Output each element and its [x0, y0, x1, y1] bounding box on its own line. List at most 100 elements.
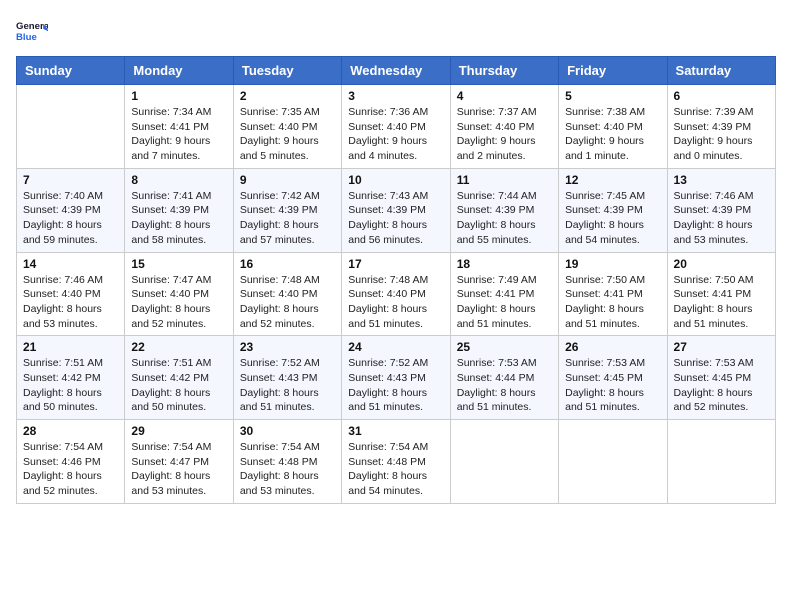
day-info: Sunrise: 7:53 AMSunset: 4:45 PMDaylight:… — [674, 356, 769, 415]
calendar-cell: 30 Sunrise: 7:54 AMSunset: 4:48 PMDayligh… — [233, 420, 341, 504]
day-info: Sunrise: 7:45 AMSunset: 4:39 PMDaylight:… — [565, 189, 660, 248]
day-info: Sunrise: 7:53 AMSunset: 4:44 PMDaylight:… — [457, 356, 552, 415]
day-number: 20 — [674, 257, 769, 271]
day-number: 14 — [23, 257, 118, 271]
day-info: Sunrise: 7:54 AMSunset: 4:48 PMDaylight:… — [348, 440, 443, 499]
logo: GeneralBlue — [16, 16, 48, 48]
day-info: Sunrise: 7:50 AMSunset: 4:41 PMDaylight:… — [674, 273, 769, 332]
calendar-cell: 8Sunrise: 7:41 AMSunset: 4:39 PMDaylight… — [125, 168, 233, 252]
day-info: Sunrise: 7:43 AMSunset: 4:39 PMDaylight:… — [348, 189, 443, 248]
day-number: 15 — [131, 257, 226, 271]
calendar-cell: 16 Sunrise: 7:48 AMSunset: 4:40 PMDayligh… — [233, 252, 341, 336]
calendar-cell: 20 Sunrise: 7:50 AMSunset: 4:41 PMDayligh… — [667, 252, 775, 336]
day-info: Sunrise: 7:48 AMSunset: 4:40 PMDaylight:… — [348, 273, 443, 332]
day-number: 1 — [131, 89, 226, 103]
day-info: Sunrise: 7:35 AMSunset: 4:40 PMDaylight:… — [240, 105, 335, 164]
day-number: 30 — [240, 424, 335, 438]
day-number: 22 — [131, 340, 226, 354]
week-row-5: 28 Sunrise: 7:54 AMSunset: 4:46 PMDayligh… — [17, 420, 776, 504]
day-number: 26 — [565, 340, 660, 354]
day-info: Sunrise: 7:49 AMSunset: 4:41 PMDaylight:… — [457, 273, 552, 332]
day-number: 7 — [23, 173, 118, 187]
week-row-3: 14 Sunrise: 7:46 AMSunset: 4:40 PMDayligh… — [17, 252, 776, 336]
calendar-cell — [450, 420, 558, 504]
week-row-1: 1 Sunrise: 7:34 AMSunset: 4:41 PMDaylight… — [17, 85, 776, 169]
day-info: Sunrise: 7:41 AMSunset: 4:39 PMDaylight:… — [131, 189, 226, 248]
day-number: 21 — [23, 340, 118, 354]
weekday-header-sunday: Sunday — [17, 57, 125, 85]
day-number: 29 — [131, 424, 226, 438]
day-number: 17 — [348, 257, 443, 271]
calendar-cell: 9 Sunrise: 7:42 AMSunset: 4:39 PMDaylight… — [233, 168, 341, 252]
day-info: Sunrise: 7:36 AMSunset: 4:40 PMDaylight:… — [348, 105, 443, 164]
day-info: Sunrise: 7:47 AMSunset: 4:40 PMDaylight:… — [131, 273, 226, 332]
header: GeneralBlue — [16, 16, 776, 48]
calendar-cell: 21 Sunrise: 7:51 AMSunset: 4:42 PMDayligh… — [17, 336, 125, 420]
day-info: Sunrise: 7:40 AMSunset: 4:39 PMDaylight:… — [23, 189, 118, 248]
calendar-cell — [17, 85, 125, 169]
calendar-cell: 25 Sunrise: 7:53 AMSunset: 4:44 PMDayligh… — [450, 336, 558, 420]
day-number: 25 — [457, 340, 552, 354]
day-number: 24 — [348, 340, 443, 354]
day-info: Sunrise: 7:52 AMSunset: 4:43 PMDaylight:… — [240, 356, 335, 415]
day-number: 28 — [23, 424, 118, 438]
day-number: 19 — [565, 257, 660, 271]
weekday-header-friday: Friday — [559, 57, 667, 85]
calendar-cell: 6Sunrise: 7:39 AMSunset: 4:39 PMDaylight… — [667, 85, 775, 169]
calendar-cell: 28 Sunrise: 7:54 AMSunset: 4:46 PMDayligh… — [17, 420, 125, 504]
day-info: Sunrise: 7:38 AMSunset: 4:40 PMDaylight:… — [565, 105, 660, 164]
calendar-cell: 23 Sunrise: 7:52 AMSunset: 4:43 PMDayligh… — [233, 336, 341, 420]
calendar-cell: 19 Sunrise: 7:50 AMSunset: 4:41 PMDayligh… — [559, 252, 667, 336]
day-info: Sunrise: 7:46 AMSunset: 4:39 PMDaylight:… — [674, 189, 769, 248]
calendar-cell: 17 Sunrise: 7:48 AMSunset: 4:40 PMDayligh… — [342, 252, 450, 336]
calendar-cell: 29 Sunrise: 7:54 AMSunset: 4:47 PMDayligh… — [125, 420, 233, 504]
calendar-cell: 18 Sunrise: 7:49 AMSunset: 4:41 PMDayligh… — [450, 252, 558, 336]
svg-text:Blue: Blue — [16, 32, 37, 43]
day-info: Sunrise: 7:48 AMSunset: 4:40 PMDaylight:… — [240, 273, 335, 332]
calendar-cell: 27Sunrise: 7:53 AMSunset: 4:45 PMDayligh… — [667, 336, 775, 420]
day-number: 10 — [348, 173, 443, 187]
day-number: 18 — [457, 257, 552, 271]
day-info: Sunrise: 7:50 AMSunset: 4:41 PMDaylight:… — [565, 273, 660, 332]
calendar-cell: 5 Sunrise: 7:38 AMSunset: 4:40 PMDaylight… — [559, 85, 667, 169]
day-number: 16 — [240, 257, 335, 271]
weekday-header-tuesday: Tuesday — [233, 57, 341, 85]
day-info: Sunrise: 7:54 AMSunset: 4:48 PMDaylight:… — [240, 440, 335, 499]
calendar-cell: 14 Sunrise: 7:46 AMSunset: 4:40 PMDayligh… — [17, 252, 125, 336]
day-info: Sunrise: 7:54 AMSunset: 4:47 PMDaylight:… — [131, 440, 226, 499]
day-info: Sunrise: 7:37 AMSunset: 4:40 PMDaylight:… — [457, 105, 552, 164]
day-number: 3 — [348, 89, 443, 103]
calendar-cell: 22 Sunrise: 7:51 AMSunset: 4:42 PMDayligh… — [125, 336, 233, 420]
calendar-cell: 31 Sunrise: 7:54 AMSunset: 4:48 PMDayligh… — [342, 420, 450, 504]
day-number: 11 — [457, 173, 552, 187]
calendar-cell — [667, 420, 775, 504]
calendar-cell: 10 Sunrise: 7:43 AMSunset: 4:39 PMDayligh… — [342, 168, 450, 252]
week-row-2: 7 Sunrise: 7:40 AMSunset: 4:39 PMDaylight… — [17, 168, 776, 252]
week-row-4: 21 Sunrise: 7:51 AMSunset: 4:42 PMDayligh… — [17, 336, 776, 420]
day-info: Sunrise: 7:46 AMSunset: 4:40 PMDaylight:… — [23, 273, 118, 332]
calendar-cell: 1 Sunrise: 7:34 AMSunset: 4:41 PMDaylight… — [125, 85, 233, 169]
day-info: Sunrise: 7:51 AMSunset: 4:42 PMDaylight:… — [131, 356, 226, 415]
day-info: Sunrise: 7:39 AMSunset: 4:39 PMDaylight:… — [674, 105, 769, 164]
calendar-cell: 3 Sunrise: 7:36 AMSunset: 4:40 PMDaylight… — [342, 85, 450, 169]
day-info: Sunrise: 7:51 AMSunset: 4:42 PMDaylight:… — [23, 356, 118, 415]
day-number: 5 — [565, 89, 660, 103]
day-number: 31 — [348, 424, 443, 438]
day-number: 4 — [457, 89, 552, 103]
weekday-header-row: SundayMondayTuesdayWednesdayThursdayFrid… — [17, 57, 776, 85]
day-info: Sunrise: 7:54 AMSunset: 4:46 PMDaylight:… — [23, 440, 118, 499]
day-number: 2 — [240, 89, 335, 103]
day-info: Sunrise: 7:44 AMSunset: 4:39 PMDaylight:… — [457, 189, 552, 248]
day-info: Sunrise: 7:34 AMSunset: 4:41 PMDaylight:… — [131, 105, 226, 164]
calendar-cell — [559, 420, 667, 504]
day-info: Sunrise: 7:42 AMSunset: 4:39 PMDaylight:… — [240, 189, 335, 248]
logo-icon: GeneralBlue — [16, 16, 48, 48]
weekday-header-wednesday: Wednesday — [342, 57, 450, 85]
calendar-cell: 24Sunrise: 7:52 AMSunset: 4:43 PMDayligh… — [342, 336, 450, 420]
day-number: 12 — [565, 173, 660, 187]
calendar-cell: 26Sunrise: 7:53 AMSunset: 4:45 PMDayligh… — [559, 336, 667, 420]
day-number: 23 — [240, 340, 335, 354]
calendar-cell: 15 Sunrise: 7:47 AMSunset: 4:40 PMDayligh… — [125, 252, 233, 336]
weekday-header-thursday: Thursday — [450, 57, 558, 85]
day-number: 9 — [240, 173, 335, 187]
